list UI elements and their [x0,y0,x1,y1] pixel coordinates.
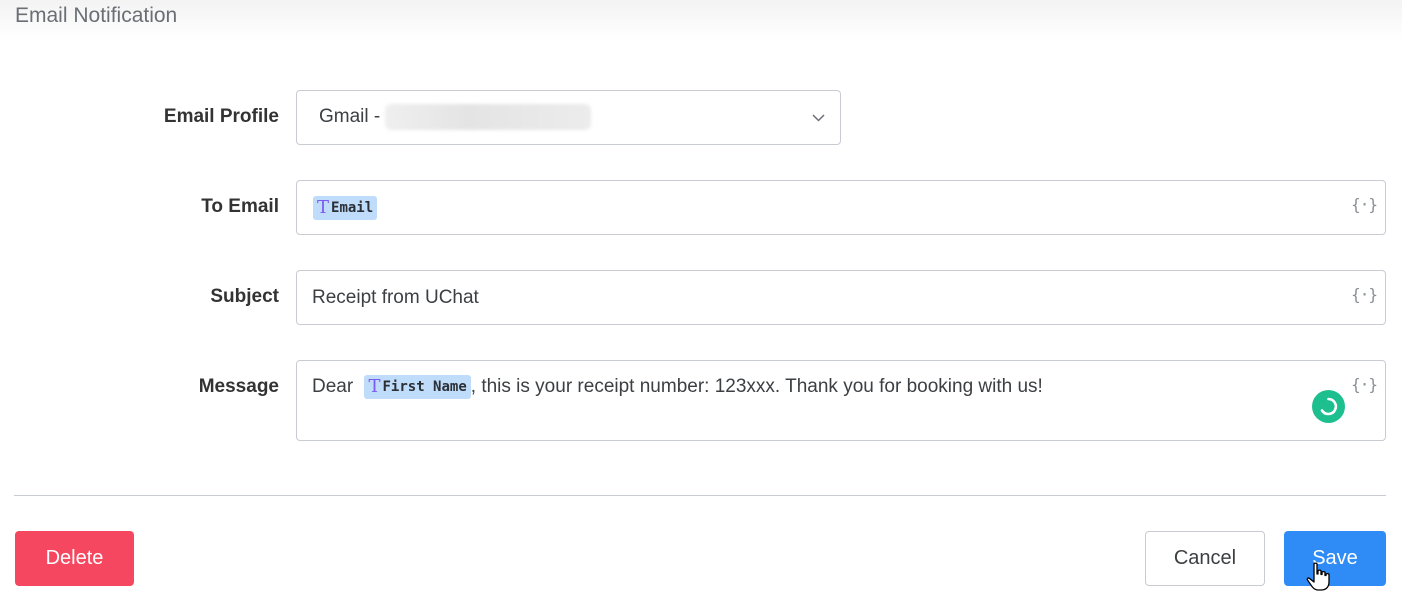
to-email-label: To Email [201,196,279,217]
message-textarea[interactable]: Dear T First Name , this is your receipt… [296,360,1386,441]
message-suffix: , this is your receipt number: 123xxx. T… [470,376,1043,397]
tag-label: First Name [382,379,467,395]
subject-input[interactable]: Receipt from UChat {·} [296,270,1386,325]
text-type-icon: T [368,376,381,397]
email-profile-value: Gmail - [319,106,381,127]
message-prefix: Dear [312,376,354,397]
modal-title: Email Notification [15,4,178,27]
modal-header: Email Notification [0,0,1402,40]
hand-pointer-icon [1306,562,1330,591]
spinner-arc [1320,397,1338,416]
first-name-variable-tag[interactable]: T First Name [364,375,471,399]
to-email-input[interactable]: T Email {·} [296,180,1386,235]
footer-divider [14,495,1386,496]
subject-label: Subject [210,286,279,307]
email-profile-label: Email Profile [163,106,279,127]
braces-icon[interactable]: {·} [1351,375,1378,394]
braces-icon[interactable]: {·} [1351,195,1378,214]
save-button[interactable]: Save [1284,531,1386,586]
delete-button[interactable]: Delete [15,531,134,586]
to-email-content: T Email [313,196,378,220]
redacted-email-address [385,104,591,130]
tag-label: Email [331,200,374,216]
spinner-icon [1312,390,1345,423]
cancel-button[interactable]: Cancel [1145,531,1265,586]
message-label: Message [198,376,279,397]
chevron-down-icon [812,114,825,122]
email-variable-tag[interactable]: T Email [313,196,378,220]
braces-icon[interactable]: {·} [1351,285,1378,304]
subject-value: Receipt from UChat [312,287,479,308]
text-type-icon: T [317,197,330,218]
message-content: Dear T First Name , this is your receipt… [312,375,1043,399]
